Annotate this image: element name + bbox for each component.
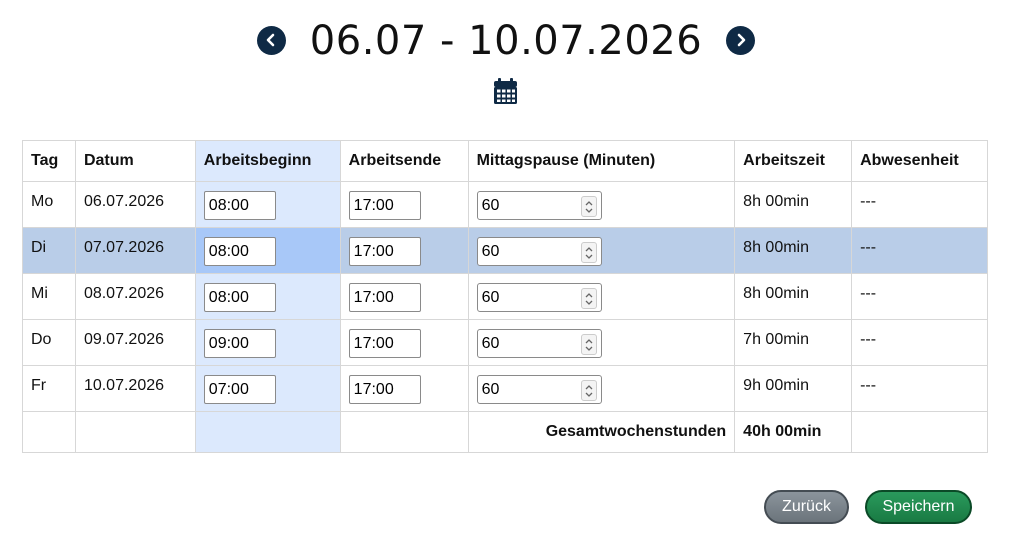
arbeitsende-input[interactable] <box>348 329 421 358</box>
arbeitsbeginn-input[interactable] <box>203 375 276 404</box>
time-table: Tag Datum Arbeitsbeginn Arbeitsende Mitt… <box>22 140 988 453</box>
table-row[interactable]: Fr10.07.2026 9h 00min--- <box>22 365 988 412</box>
arbeitsbeginn-input[interactable] <box>203 237 276 266</box>
header-arbeitszeit: Arbeitszeit <box>734 140 853 182</box>
arbeitsende-input[interactable] <box>348 237 421 266</box>
cell-tag: Di <box>22 227 76 274</box>
prev-week-button[interactable] <box>256 25 286 55</box>
table-row[interactable]: Mo06.07.2026 8h 00min--- <box>22 181 988 228</box>
cell-arbeitszeit: 7h 00min <box>734 319 853 366</box>
cell-tag: Fr <box>22 365 76 412</box>
arbeitsbeginn-input[interactable] <box>203 283 276 312</box>
calendar-icon[interactable] <box>493 78 518 105</box>
stepper-icon[interactable] <box>580 334 597 355</box>
cell-tag: Mo <box>22 181 76 228</box>
cell-abwesenheit: --- <box>851 273 988 320</box>
cell-abwesenheit: --- <box>851 365 988 412</box>
header-arbeitsbeginn: Arbeitsbeginn <box>194 140 341 182</box>
table-row[interactable]: Mi08.07.2026 8h 00min--- <box>22 273 988 320</box>
cell-abwesenheit: --- <box>851 227 988 274</box>
save-button[interactable]: Speichern <box>865 490 972 524</box>
header-mittagspause: Mittagspause (Minuten) <box>467 140 736 182</box>
cell-tag: Mi <box>22 273 76 320</box>
cell-datum: 06.07.2026 <box>74 181 196 228</box>
chevron-right-icon <box>737 33 746 47</box>
week-range-title: 06.07 - 10.07.2026 <box>309 18 703 64</box>
cell-tag: Do <box>22 319 76 366</box>
cell-abwesenheit: --- <box>851 319 988 366</box>
header-tag: Tag <box>22 140 76 182</box>
next-week-button[interactable] <box>726 25 756 55</box>
cell-datum: 09.07.2026 <box>74 319 196 366</box>
cell-arbeitszeit: 8h 00min <box>734 227 853 274</box>
arbeitsende-input[interactable] <box>348 283 421 312</box>
cell-abwesenheit: --- <box>851 181 988 228</box>
cell-arbeitszeit: 8h 00min <box>734 181 853 228</box>
header-datum: Datum <box>74 140 196 182</box>
stepper-icon[interactable] <box>580 288 597 309</box>
arbeitsende-input[interactable] <box>348 375 421 404</box>
cell-datum: 07.07.2026 <box>74 227 196 274</box>
total-label: Gesamtwochenstunden <box>467 411 736 453</box>
arbeitsende-input[interactable] <box>348 191 421 220</box>
cell-datum: 08.07.2026 <box>74 273 196 320</box>
cell-arbeitszeit: 9h 00min <box>734 365 853 412</box>
stepper-icon[interactable] <box>580 380 597 401</box>
header-arbeitsende: Arbeitsende <box>339 140 469 182</box>
header-abwesenheit: Abwesenheit <box>851 140 988 182</box>
arbeitsbeginn-input[interactable] <box>203 191 276 220</box>
total-value: 40h 00min <box>734 411 853 453</box>
arbeitsbeginn-input[interactable] <box>203 329 276 358</box>
back-button[interactable]: Zurück <box>764 490 849 524</box>
table-row[interactable]: Di07.07.2026 8h 00min--- <box>22 227 988 274</box>
stepper-icon[interactable] <box>580 196 597 217</box>
cell-datum: 10.07.2026 <box>74 365 196 412</box>
week-header: 06.07 - 10.07.2026 <box>0 18 1012 64</box>
table-header-row: Tag Datum Arbeitsbeginn Arbeitsende Mitt… <box>22 140 988 182</box>
cell-arbeitszeit: 8h 00min <box>734 273 853 320</box>
total-row: Gesamtwochenstunden 40h 00min <box>22 411 988 453</box>
stepper-icon[interactable] <box>580 242 597 263</box>
chevron-left-icon <box>266 33 275 47</box>
table-row[interactable]: Do09.07.2026 7h 00min--- <box>22 319 988 366</box>
